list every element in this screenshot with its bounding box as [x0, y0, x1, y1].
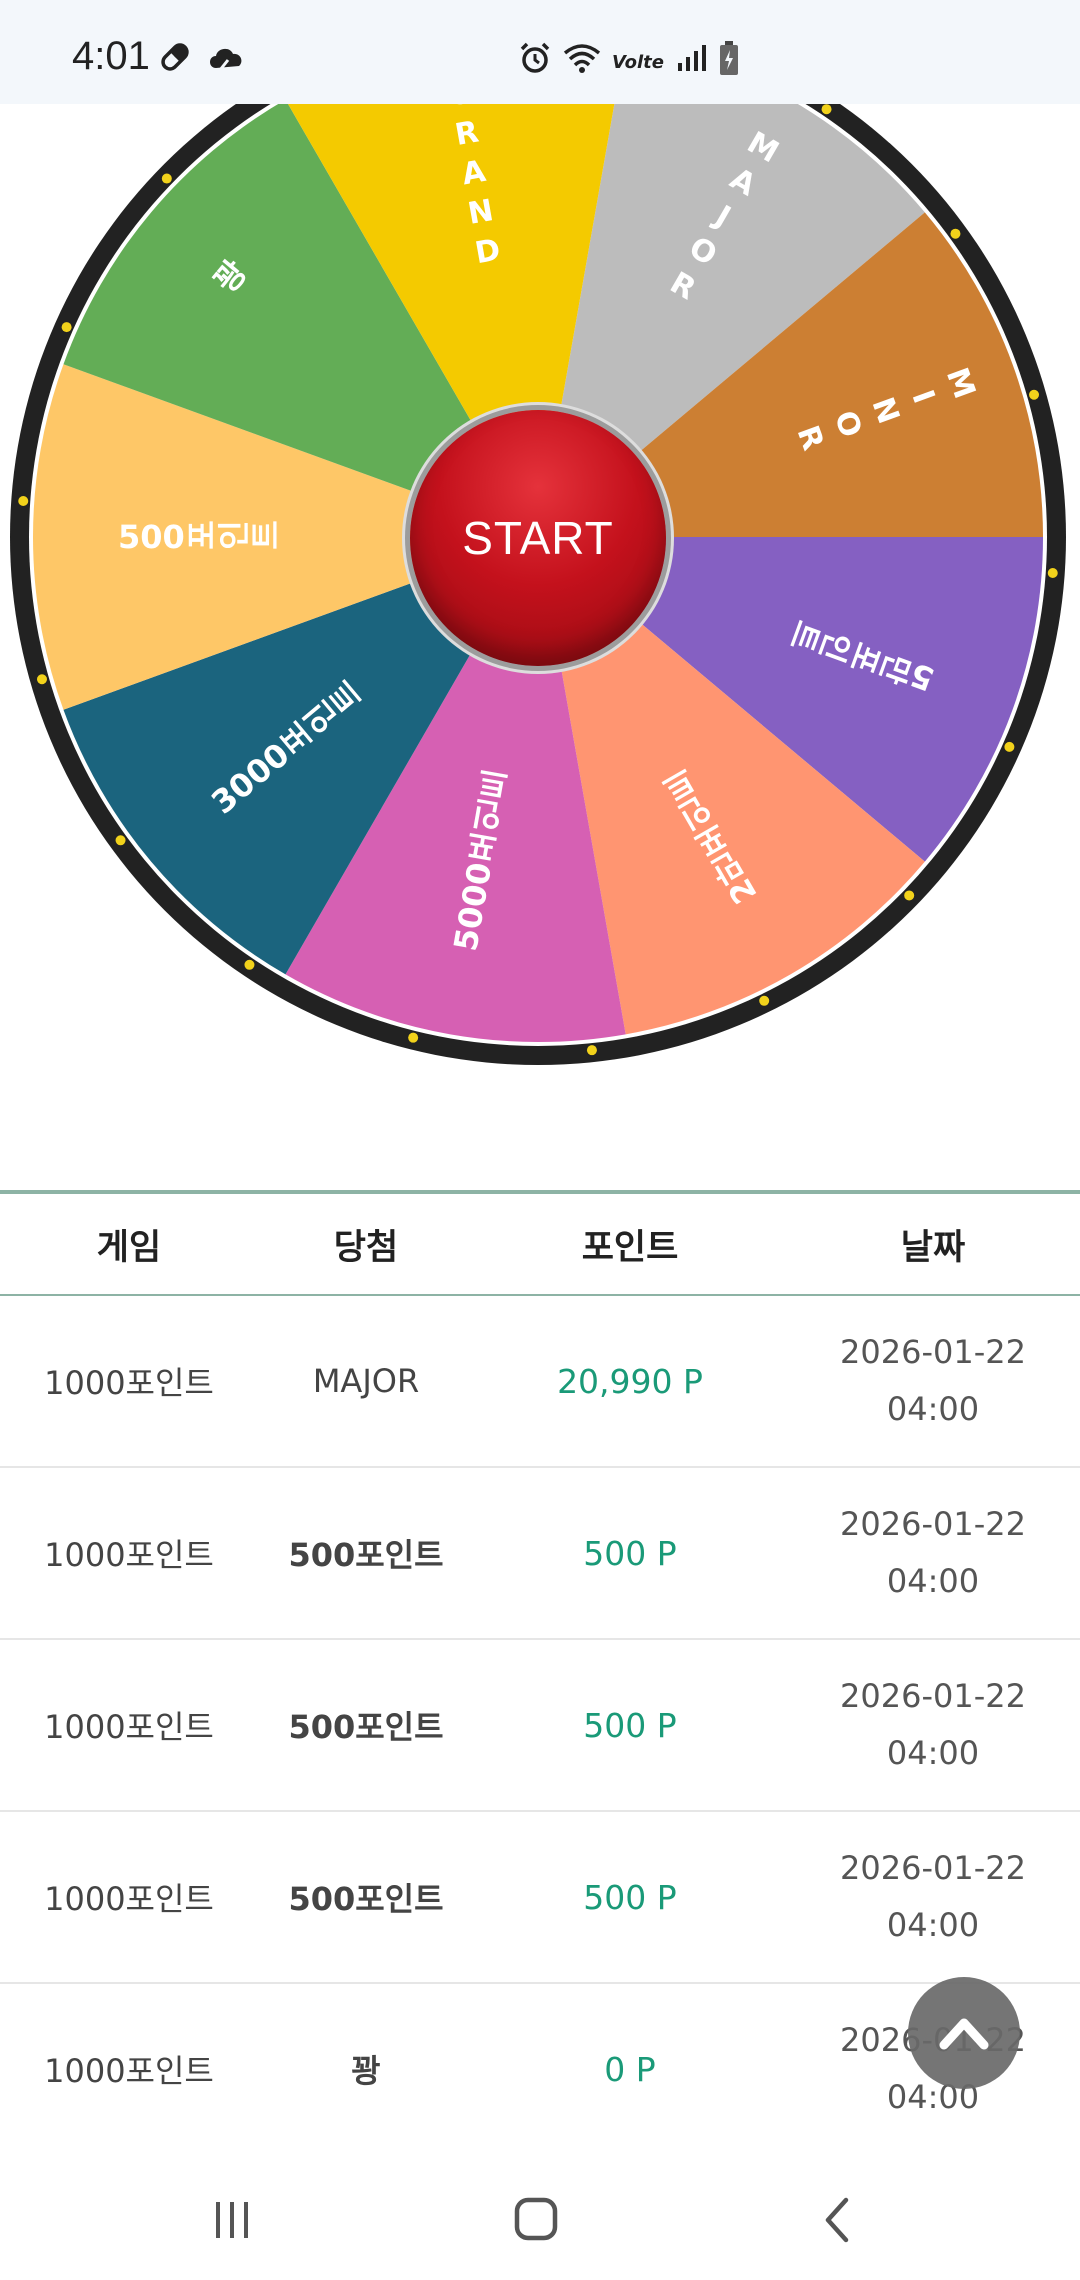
rim-light [904, 890, 915, 901]
table-row: 1000포인트 500포인트 500 P 2026-01-22 04:00 [0, 1812, 1080, 1984]
rim-light [61, 322, 72, 333]
rim-light [821, 104, 832, 115]
table-row: 1000포인트 500포인트 500 P 2026-01-22 04:00 [0, 1640, 1080, 1812]
table-header: 게임 당첨 포인트 날짜 [0, 1190, 1080, 1296]
cell-date-time: 04:00 [886, 1390, 980, 1428]
cell-win: 꽝 [351, 2052, 381, 2090]
back-button[interactable] [798, 2190, 878, 2250]
prize-wheel: MAJOR MINOR 5만포인트 2만포인트 5000포인트 3000포인트 500포인트… [0, 0, 1080, 1120]
table-row: 1000포인트 500포인트 500 P 2026-01-22 04:00 [0, 1468, 1080, 1640]
cell-date-day: 2026-01-22 [840, 1333, 1026, 1371]
recent-apps-icon [216, 2202, 248, 2238]
wifi-icon [562, 41, 602, 79]
cell-point: 0 P [604, 2049, 656, 2089]
rim-light [759, 995, 770, 1006]
home-button[interactable] [495, 2190, 575, 2250]
cell-win: 500포인트 [288, 1536, 444, 1574]
cell-game: 1000포인트 [44, 2052, 214, 2090]
start-button[interactable]: START [410, 410, 666, 666]
rim-light [408, 1032, 419, 1043]
rim-light [1029, 389, 1040, 400]
cell-date: 2026-01-22 04:00 [786, 1668, 1080, 1782]
cell-game: 1000포인트 [44, 1536, 214, 1574]
rim-light [115, 835, 126, 846]
cell-point: 20,990 P [557, 1361, 703, 1401]
cell-game: 1000포인트 [44, 1708, 214, 1746]
navigation-bar [0, 2160, 1080, 2280]
header-date: 날짜 [900, 1227, 966, 1268]
cell-date-time: 04:00 [886, 1906, 980, 1944]
rim-light [244, 959, 255, 970]
header-game: 게임 [96, 1227, 162, 1268]
cell-win: 500포인트 [288, 1708, 444, 1746]
cell-date-day: 2026-01-22 [840, 1849, 1026, 1887]
rim-light [161, 173, 172, 184]
battery-icon [718, 40, 740, 80]
cell-date: 2026-01-22 04:00 [786, 1496, 1080, 1610]
status-bar: 4:01 Volte [0, 0, 1080, 104]
table-row: 1000포인트 MAJOR 20,990 P 2026-01-22 04:00 [0, 1296, 1080, 1468]
header-win: 당첨 [333, 1227, 399, 1268]
scroll-top-button[interactable] [908, 1977, 1020, 2089]
cell-date-time: 04:00 [886, 1562, 980, 1600]
cell-date-day: 2026-01-22 [840, 1677, 1026, 1715]
cell-date-time: 04:00 [886, 1734, 980, 1772]
cell-date-day: 2026-01-22 [840, 1505, 1026, 1543]
cell-win: 500포인트 [288, 1880, 444, 1918]
rim-light [586, 1045, 597, 1056]
signal-icon [674, 41, 708, 79]
rim-light [950, 228, 961, 239]
rim-light [18, 496, 29, 507]
cell-game: 1000포인트 [44, 1364, 214, 1402]
cell-win: MAJOR [312, 1362, 420, 1400]
wheel-segment-label: 500포인트 [118, 518, 281, 556]
cell-date: 2026-01-22 04:00 [786, 1324, 1080, 1438]
cell-date: 2026-01-22 04:00 [786, 1840, 1080, 1954]
rim-light [1004, 741, 1015, 752]
cell-point: 500 P [583, 1533, 677, 1573]
cell-point: 500 P [583, 1705, 677, 1745]
cell-point: 500 P [583, 1877, 677, 1917]
pill-icon [158, 40, 192, 78]
cell-game: 1000포인트 [44, 1880, 214, 1918]
header-point: 포인트 [581, 1227, 679, 1268]
alarm-icon [518, 41, 552, 79]
cloud-icon [206, 40, 246, 78]
rim-light [1047, 567, 1058, 578]
chevron-up-icon [939, 2018, 989, 2050]
home-icon [514, 2197, 558, 2241]
volte-icon: Volte [612, 51, 664, 73]
recent-apps-button[interactable] [192, 2190, 272, 2250]
back-icon [825, 2197, 849, 2243]
status-time: 4:01 [72, 34, 150, 78]
rim-light [36, 674, 47, 685]
